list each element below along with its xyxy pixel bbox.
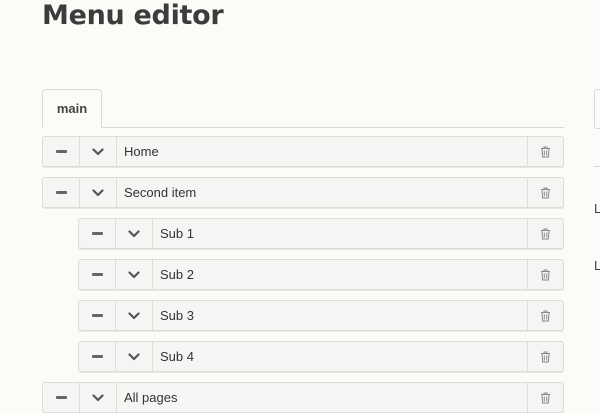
page-title: Menu editor [42, 0, 224, 31]
collapse-button[interactable] [79, 219, 116, 248]
chevron-down-icon [92, 188, 104, 196]
minus-icon [55, 150, 67, 153]
collapse-button[interactable] [79, 260, 116, 289]
minus-icon [91, 314, 103, 317]
delete-button[interactable] [527, 260, 563, 289]
expand-button[interactable] [116, 342, 153, 371]
menu-item-row: Home [42, 136, 564, 167]
trash-icon [541, 228, 550, 239]
chevron-down-icon [128, 270, 140, 278]
collapse-button[interactable] [79, 342, 116, 371]
menu-item-row: Sub 1 [78, 218, 564, 249]
menu-item-label[interactable]: Sub 2 [153, 260, 527, 289]
trash-icon [541, 269, 550, 280]
chevron-down-icon [128, 229, 140, 237]
trash-icon [541, 146, 550, 157]
collapse-button[interactable] [43, 178, 80, 207]
menu-item-row: Second item [42, 177, 564, 208]
chevron-down-icon [92, 147, 104, 155]
trash-icon [541, 310, 550, 321]
delete-button[interactable] [527, 137, 563, 166]
trash-icon [541, 187, 550, 198]
collapse-button[interactable] [79, 301, 116, 330]
minus-icon [91, 355, 103, 358]
minus-icon [55, 396, 67, 399]
menu-item-row: Sub 3 [78, 300, 564, 331]
right-panel-divider [594, 166, 600, 167]
delete-button[interactable] [527, 219, 563, 248]
expand-button[interactable] [80, 383, 117, 412]
chevron-down-icon [128, 352, 140, 360]
right-panel-label: L [594, 258, 600, 273]
expand-button[interactable] [116, 301, 153, 330]
expand-button[interactable] [116, 260, 153, 289]
menu-item-row: Sub 4 [78, 341, 564, 372]
menu-item-label[interactable]: Second item [117, 178, 527, 207]
tab-main[interactable]: main [42, 89, 102, 128]
menu-item-label[interactable]: Sub 1 [153, 219, 527, 248]
trash-icon [541, 392, 550, 403]
chevron-down-icon [128, 311, 140, 319]
chevron-down-icon [92, 393, 104, 401]
menu-tabs: main [42, 89, 564, 128]
right-panel-input-edge[interactable] [594, 89, 600, 129]
trash-icon [541, 351, 550, 362]
menu-item-row: All pages [42, 382, 564, 413]
minus-icon [91, 273, 103, 276]
delete-button[interactable] [527, 178, 563, 207]
expand-button[interactable] [80, 137, 117, 166]
minus-icon [55, 191, 67, 194]
menu-item-row: Sub 2 [78, 259, 564, 290]
menu-item-label[interactable]: Sub 4 [153, 342, 527, 371]
delete-button[interactable] [527, 342, 563, 371]
collapse-button[interactable] [43, 137, 80, 166]
collapse-button[interactable] [43, 383, 80, 412]
menu-item-label[interactable]: Sub 3 [153, 301, 527, 330]
minus-icon [91, 232, 103, 235]
delete-button[interactable] [527, 301, 563, 330]
expand-button[interactable] [80, 178, 117, 207]
right-panel-label: L [594, 201, 600, 216]
menu-item-label[interactable]: Home [117, 137, 527, 166]
delete-button[interactable] [527, 383, 563, 412]
menu-item-label[interactable]: All pages [117, 383, 527, 412]
expand-button[interactable] [116, 219, 153, 248]
